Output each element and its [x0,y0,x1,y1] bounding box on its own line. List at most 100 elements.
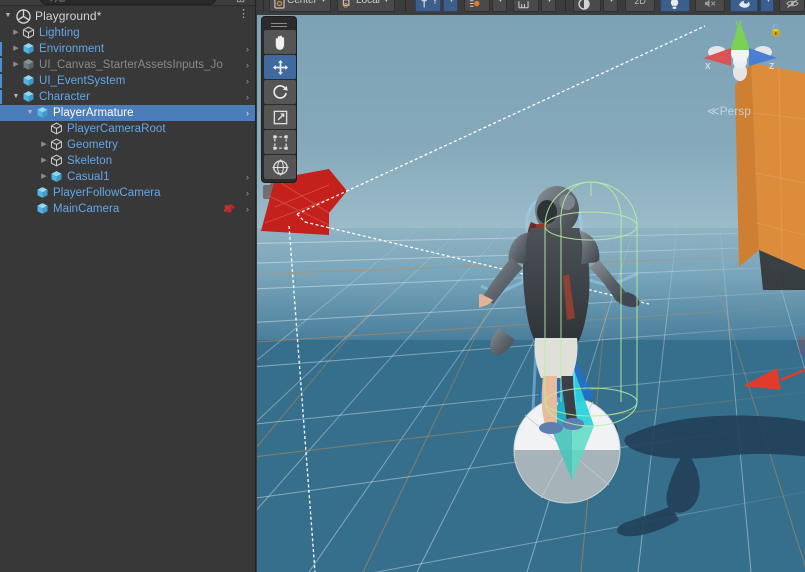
camera-badge-icon [223,203,236,215]
chevron-down-icon[interactable]: ▼ [0,12,16,19]
hierarchy-item-label: Environment [39,43,105,55]
axis-label-y: y [735,16,742,30]
prefab-open-chevron-icon[interactable]: › [246,89,249,105]
unity-scene-icon [16,8,32,24]
scale-tool-button[interactable] [264,105,296,129]
handle-space-button[interactable]: Local ▼ [337,0,395,12]
transform-tool-palette [261,16,297,183]
hierarchy-item-label: Character [39,91,90,103]
hierarchy-item-ui-eventsystem[interactable]: UI_EventSystem › [0,73,255,89]
audio-mute-icon [704,0,716,10]
palette-drag-handle[interactable] [264,19,294,30]
snap-increment-dropdown[interactable]: ▼ [492,0,507,12]
shading-mode-button[interactable] [573,0,601,12]
chevron-right-icon[interactable]: ▶ [38,153,50,169]
pivot-mode-button[interactable]: Center ▼ [269,0,331,12]
chevron-right-icon[interactable]: ▶ [38,137,50,153]
rect-transform-icon [272,134,289,151]
chevron-down-icon[interactable]: ▼ [320,0,327,10]
handle-local-icon [342,0,354,10]
gameobject-cube-icon [50,122,64,136]
search-input[interactable]: All [40,0,216,5]
2d-toggle-button[interactable]: 2D [625,0,655,12]
rotate-icon [272,84,289,101]
prefab-open-chevron-icon[interactable]: › [246,105,249,121]
shading-mode-dropdown[interactable]: ▼ [603,0,618,12]
view-lock-icon[interactable]: 🔓 [769,24,783,37]
scene-axis-gizmo[interactable]: y x z ≪Persp 🔓 [697,16,783,118]
prefab-cube-icon [36,202,50,216]
projection-prefix-icon: ≪ [707,104,720,118]
grid-axis-button[interactable]: Y [415,0,441,12]
chevron-down-icon[interactable]: ▼ [24,105,36,121]
projection-mode-label[interactable]: ≪Persp [707,104,751,118]
hierarchy-item-maincamera[interactable]: MainCamera › [0,201,255,217]
prefab-open-chevron-icon[interactable]: › [246,73,249,89]
scene-effects-button[interactable] [730,0,758,12]
grid-size-dropdown[interactable]: ▼ [541,0,556,12]
hierarchy-item-geometry[interactable]: ▶ Geometry [0,137,255,153]
move-tool-button[interactable] [264,55,296,79]
panel-options-icon[interactable]: ⊞ [236,0,250,5]
prefab-open-chevron-icon[interactable]: › [246,185,249,201]
axis-label-z: z [769,60,775,72]
prefab-indicator-bar [0,90,2,104]
prefab-open-chevron-icon[interactable]: › [246,169,249,185]
kebab-menu-icon[interactable]: ⋮ [238,9,249,20]
scene-effects-dropdown[interactable]: ▼ [760,0,774,12]
grid-size-button[interactable] [513,0,539,12]
hierarchy-item-playercameraroot[interactable]: PlayerCameraRoot [0,121,255,137]
audio-toggle-button[interactable] [695,0,725,12]
hierarchy-item-character[interactable]: ▼ Character › [0,89,255,105]
chevron-right-icon[interactable]: ▶ [10,25,22,41]
grid-axis-label: Y [432,0,439,6]
snap-increment-button[interactable] [464,0,490,12]
prefab-open-chevron-icon[interactable]: › [246,201,249,217]
ground-grid [257,228,805,572]
chevron-down-icon[interactable]: ▼ [383,0,390,10]
chevron-right-icon[interactable]: ▶ [38,169,50,185]
rect-tool-button[interactable] [264,130,296,154]
scene-name-label: Playground* [35,8,102,23]
hand-tool-button[interactable] [264,30,296,54]
hierarchy-item-casual1[interactable]: ▶ Casual1 › [0,169,255,185]
rotate-tool-button[interactable] [264,80,296,104]
hierarchy-item-label: UI_EventSystem [39,75,126,87]
hierarchy-item-label: Skeleton [67,155,113,167]
hidden-objects-button[interactable] [779,0,805,12]
prefab-open-chevron-icon[interactable]: › [246,57,249,73]
scene-effects-icon [738,0,750,10]
prefab-cube-icon [50,170,64,184]
transform-tool-button[interactable] [264,155,296,179]
chevron-right-icon[interactable]: ▶ [10,41,22,57]
prefab-cube-icon [36,106,50,120]
chevron-down-icon[interactable]: ▼ [546,0,553,10]
handle-space-label: Local [356,0,380,6]
scene-ground [257,228,805,572]
hierarchy-item-label: UI_Canvas_StarterAssetsInputs_Jo [39,59,223,71]
hand-icon [272,34,289,51]
scene-view[interactable]: y x z ≪Persp 🔓 Center ▼ Local ▼ Y ▼ ▼ ▼ … [257,0,805,572]
lighting-toggle-button[interactable] [660,0,690,12]
hierarchy-item-playerfollowcamera[interactable]: PlayerFollowCamera › [0,185,255,201]
scene-root-row[interactable]: ▼ Playground* ⋮ [0,6,255,25]
2d-toggle-label: 2D [634,0,646,6]
unity-editor-window: All 🔍 ⊞ ▼ Playground* ⋮ ▶ Lighting ▶ Enviro… [0,0,805,572]
chevron-down-icon[interactable]: ▼ [10,89,22,105]
hierarchy-item-ui-canvas-starterassetsinputs-jo[interactable]: ▶ UI_Canvas_StarterAssetsInputs_Jo › [0,57,255,73]
prefab-indicator-bar [0,42,2,56]
hierarchy-item-skeleton[interactable]: ▶ Skeleton [0,153,255,169]
gameobject-cube-icon [22,26,36,40]
chevron-right-icon[interactable]: ▶ [10,57,22,73]
chevron-down-icon[interactable]: ▼ [497,0,504,10]
chevron-down-icon[interactable]: ▼ [765,0,772,10]
hierarchy-item-environment[interactable]: ▶ Environment › [0,41,255,57]
prefab-open-chevron-icon[interactable]: › [246,41,249,57]
grid-axis-dropdown[interactable]: ▼ [443,0,458,12]
chevron-down-icon[interactable]: ▼ [448,0,455,10]
hierarchy-item-playerarmature[interactable]: ▼ PlayerArmature › [0,105,255,121]
hierarchy-item-lighting[interactable]: ▶ Lighting [0,25,255,41]
pivot-center-icon [274,0,285,10]
chevron-down-icon[interactable]: ▼ [608,0,615,10]
move-arrows-icon [272,59,289,76]
